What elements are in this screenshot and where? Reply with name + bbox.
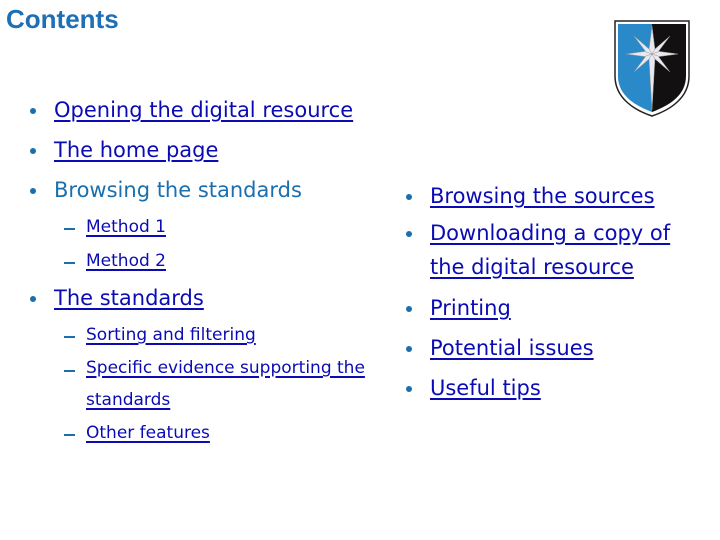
contents-list-right: Browsing the sources Downloading a copy … xyxy=(404,176,700,408)
bullet-icon xyxy=(30,148,36,154)
list-item[interactable]: Sorting and filtering xyxy=(28,318,386,352)
bullet-icon xyxy=(406,231,412,237)
bullet-icon xyxy=(30,188,36,194)
list-item[interactable]: Method 1 xyxy=(28,210,386,244)
link-browsing-sources[interactable]: Browsing the sources xyxy=(430,184,655,208)
list-item[interactable]: Potential issues xyxy=(404,328,700,368)
page-title: Contents xyxy=(6,4,119,34)
link-home-page[interactable]: The home page xyxy=(54,138,218,162)
contents-list-left: Opening the digital resource The home pa… xyxy=(28,90,386,450)
dash-icon xyxy=(64,434,75,436)
dash-icon xyxy=(64,370,75,372)
link-method-1[interactable]: Method 1 xyxy=(86,217,166,237)
shield-compass-star-icon xyxy=(614,20,690,117)
bullet-icon xyxy=(30,296,36,302)
link-downloading-copy[interactable]: Downloading a copy of the digital resour… xyxy=(430,221,670,279)
link-other-features[interactable]: Other features xyxy=(86,423,210,443)
bullet-icon xyxy=(406,386,412,392)
link-method-2[interactable]: Method 2 xyxy=(86,251,166,271)
bullet-icon xyxy=(406,306,412,312)
bullet-icon xyxy=(30,108,36,114)
heading-browsing-standards: Browsing the standards xyxy=(54,178,302,202)
list-item[interactable]: Opening the digital resource xyxy=(28,90,386,130)
bullet-icon xyxy=(406,194,412,200)
link-printing[interactable]: Printing xyxy=(430,296,511,320)
list-item[interactable]: Other features xyxy=(28,416,386,450)
dash-icon xyxy=(64,228,75,230)
list-item[interactable]: Downloading a copy of the digital resour… xyxy=(404,216,700,288)
list-item[interactable]: Printing xyxy=(404,288,700,328)
list-item[interactable]: Useful tips xyxy=(404,368,700,408)
link-sorting-filtering[interactable]: Sorting and filtering xyxy=(86,325,256,345)
dash-icon xyxy=(64,262,75,264)
bullet-icon xyxy=(406,346,412,352)
dash-icon xyxy=(64,336,75,338)
list-item[interactable]: Method 2 xyxy=(28,244,386,278)
link-useful-tips[interactable]: Useful tips xyxy=(430,376,541,400)
link-opening-digital-resource[interactable]: Opening the digital resource xyxy=(54,98,353,122)
link-the-standards[interactable]: The standards xyxy=(54,286,204,310)
list-item[interactable]: The home page xyxy=(28,130,386,170)
list-item[interactable]: The standards xyxy=(28,278,386,318)
link-specific-evidence[interactable]: Specific evidence supporting the standar… xyxy=(86,358,365,410)
list-item: Browsing the standards xyxy=(28,170,386,210)
link-potential-issues[interactable]: Potential issues xyxy=(430,336,594,360)
list-item[interactable]: Browsing the sources xyxy=(404,176,700,216)
list-item[interactable]: Specific evidence supporting the standar… xyxy=(28,352,386,416)
